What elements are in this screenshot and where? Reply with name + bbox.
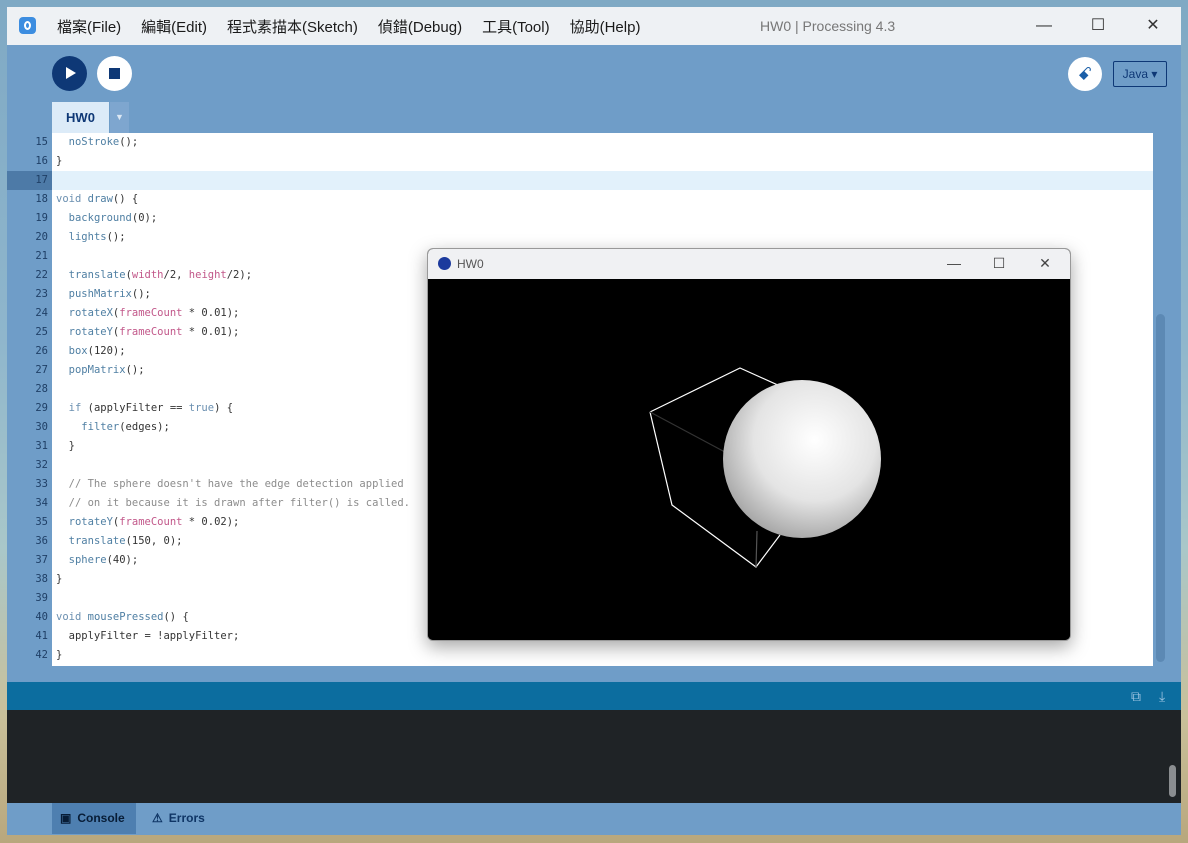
code-text: translate(width/2, height/2); [68, 269, 253, 281]
code-text: rotateX(frameCount * 0.01); [68, 307, 240, 319]
menu-file[interactable]: 檔案(File) [57, 16, 121, 37]
close-icon[interactable]: ✕ [1143, 16, 1163, 36]
line-number: 27 [35, 364, 48, 376]
menu-edit[interactable]: 編輯(Edit) [141, 16, 207, 37]
code-text: rotateY(frameCount * 0.02); [68, 516, 240, 528]
line-number: 24 [35, 307, 48, 319]
code-text: rotateY(frameCount * 0.01); [68, 326, 240, 338]
code-text: } [56, 440, 75, 452]
line-number: 16 [35, 155, 48, 167]
line-number: 17 [7, 171, 52, 190]
line-number: 20 [35, 231, 48, 243]
code-text: // The sphere doesn't have the edge dete… [56, 478, 404, 490]
line-number: 23 [35, 288, 48, 300]
line-number: 21 [35, 250, 48, 262]
menu-sketch[interactable]: 程式素描本(Sketch) [227, 16, 358, 37]
code-line[interactable]: 18 void draw() { [7, 190, 1153, 209]
tab-menu-arrow-icon[interactable]: ▼ [110, 102, 129, 133]
window-title: HW0 | Processing 4.3 [760, 18, 896, 34]
code-line[interactable]: 17 [7, 171, 1153, 190]
line-number: 25 [35, 326, 48, 338]
code-text: filter(edges); [81, 421, 170, 433]
sketch-window: HW0 — ☐ ✕ [427, 248, 1071, 641]
code-line[interactable]: 15 noStroke(); [7, 133, 1153, 152]
code-text: } [56, 649, 63, 661]
code-text: noStroke(); [68, 136, 139, 148]
line-number: 35 [35, 516, 48, 528]
code-text: // on it because it is drawn after filte… [56, 497, 411, 509]
minimize-icon[interactable]: — [945, 254, 963, 272]
sketch-title-bar: HW0 — ☐ ✕ [428, 249, 1070, 279]
line-number: 32 [35, 459, 48, 471]
line-number: 19 [35, 212, 48, 224]
code-text: void draw() { [56, 193, 139, 205]
mode-selector[interactable]: Java ▾ [1113, 61, 1167, 87]
sketch-canvas[interactable] [428, 279, 1070, 640]
tab-hw0[interactable]: HW0 [52, 102, 109, 133]
code-text: applyFilter = !applyFilter; [56, 630, 240, 642]
code-line[interactable]: 20 lights(); [7, 228, 1153, 247]
code-text: translate(150, 0); [68, 535, 183, 547]
code-text: sphere(40); [68, 554, 139, 566]
debugger-icon[interactable]: ꗃ [1068, 57, 1102, 91]
processing-app-icon [19, 17, 36, 34]
minimize-icon[interactable]: — [1034, 16, 1054, 36]
code-text: background(0); [68, 212, 158, 224]
line-number: 29 [35, 402, 48, 414]
menu-bar: 檔案(File) 編輯(Edit) 程式素描本(Sketch) 偵錯(Debug… [47, 7, 650, 45]
console-scrollbar-thumb[interactable] [1169, 765, 1176, 797]
copy-console-icon[interactable]: ⧉ [1131, 688, 1141, 705]
code-text: } [56, 573, 63, 585]
line-number: 15 [35, 136, 48, 148]
code-line[interactable]: 16} [7, 152, 1153, 171]
code-text: pushMatrix(); [68, 288, 151, 300]
line-number: 40 [35, 611, 48, 623]
maximize-icon[interactable]: ☐ [1088, 16, 1108, 36]
line-number: 37 [35, 554, 48, 566]
run-button[interactable] [52, 56, 87, 91]
sketch-window-title: HW0 [457, 257, 484, 271]
line-number: 36 [35, 535, 48, 547]
sphere [723, 380, 881, 538]
line-number: 30 [35, 421, 48, 433]
code-text: void mousePressed() { [56, 611, 189, 623]
line-number: 33 [35, 478, 48, 490]
warning-icon: ⚠ [152, 811, 163, 825]
errors-tab-label: Errors [168, 811, 205, 825]
menu-tool[interactable]: 工具(Tool) [482, 16, 550, 37]
line-number: 22 [35, 269, 48, 281]
code-line[interactable]: 42} [7, 646, 1153, 665]
tab-errors[interactable]: ⚠ Errors [144, 803, 224, 834]
code-text: popMatrix(); [68, 364, 145, 376]
stop-button[interactable] [97, 56, 132, 91]
code-text: } [56, 155, 63, 167]
terminal-icon: ▣ [60, 811, 72, 825]
line-number: 39 [35, 592, 48, 604]
processing-app-icon [438, 257, 451, 270]
line-number: 38 [35, 573, 48, 585]
sketch-render [649, 367, 881, 568]
line-number: 26 [35, 345, 48, 357]
tab-console[interactable]: ▣ Console [52, 803, 136, 834]
line-number: 28 [35, 383, 48, 395]
menu-help[interactable]: 協助(Help) [570, 16, 641, 37]
title-bar: 檔案(File) 編輯(Edit) 程式素描本(Sketch) 偵錯(Debug… [7, 7, 1181, 45]
code-text: if (applyFilter == true) { [68, 402, 234, 414]
console-output[interactable] [7, 710, 1181, 803]
clear-console-icon[interactable]: ⤓ [1159, 688, 1165, 705]
console-tab-label: Console [77, 811, 125, 825]
editor-scrollbar-thumb[interactable] [1156, 314, 1165, 662]
line-number: 41 [35, 630, 48, 642]
code-text: lights(); [68, 231, 126, 243]
line-number: 31 [35, 440, 48, 452]
menu-debug[interactable]: 偵錯(Debug) [378, 16, 462, 37]
line-number: 18 [35, 193, 48, 205]
line-number: 42 [35, 649, 48, 661]
code-text: box(120); [68, 345, 126, 357]
line-number: 34 [35, 497, 48, 509]
maximize-icon[interactable]: ☐ [990, 254, 1008, 272]
close-icon[interactable]: ✕ [1036, 254, 1054, 272]
code-line[interactable]: 19 background(0); [7, 209, 1153, 228]
console-header: ⧉ ⤓ [7, 682, 1181, 710]
